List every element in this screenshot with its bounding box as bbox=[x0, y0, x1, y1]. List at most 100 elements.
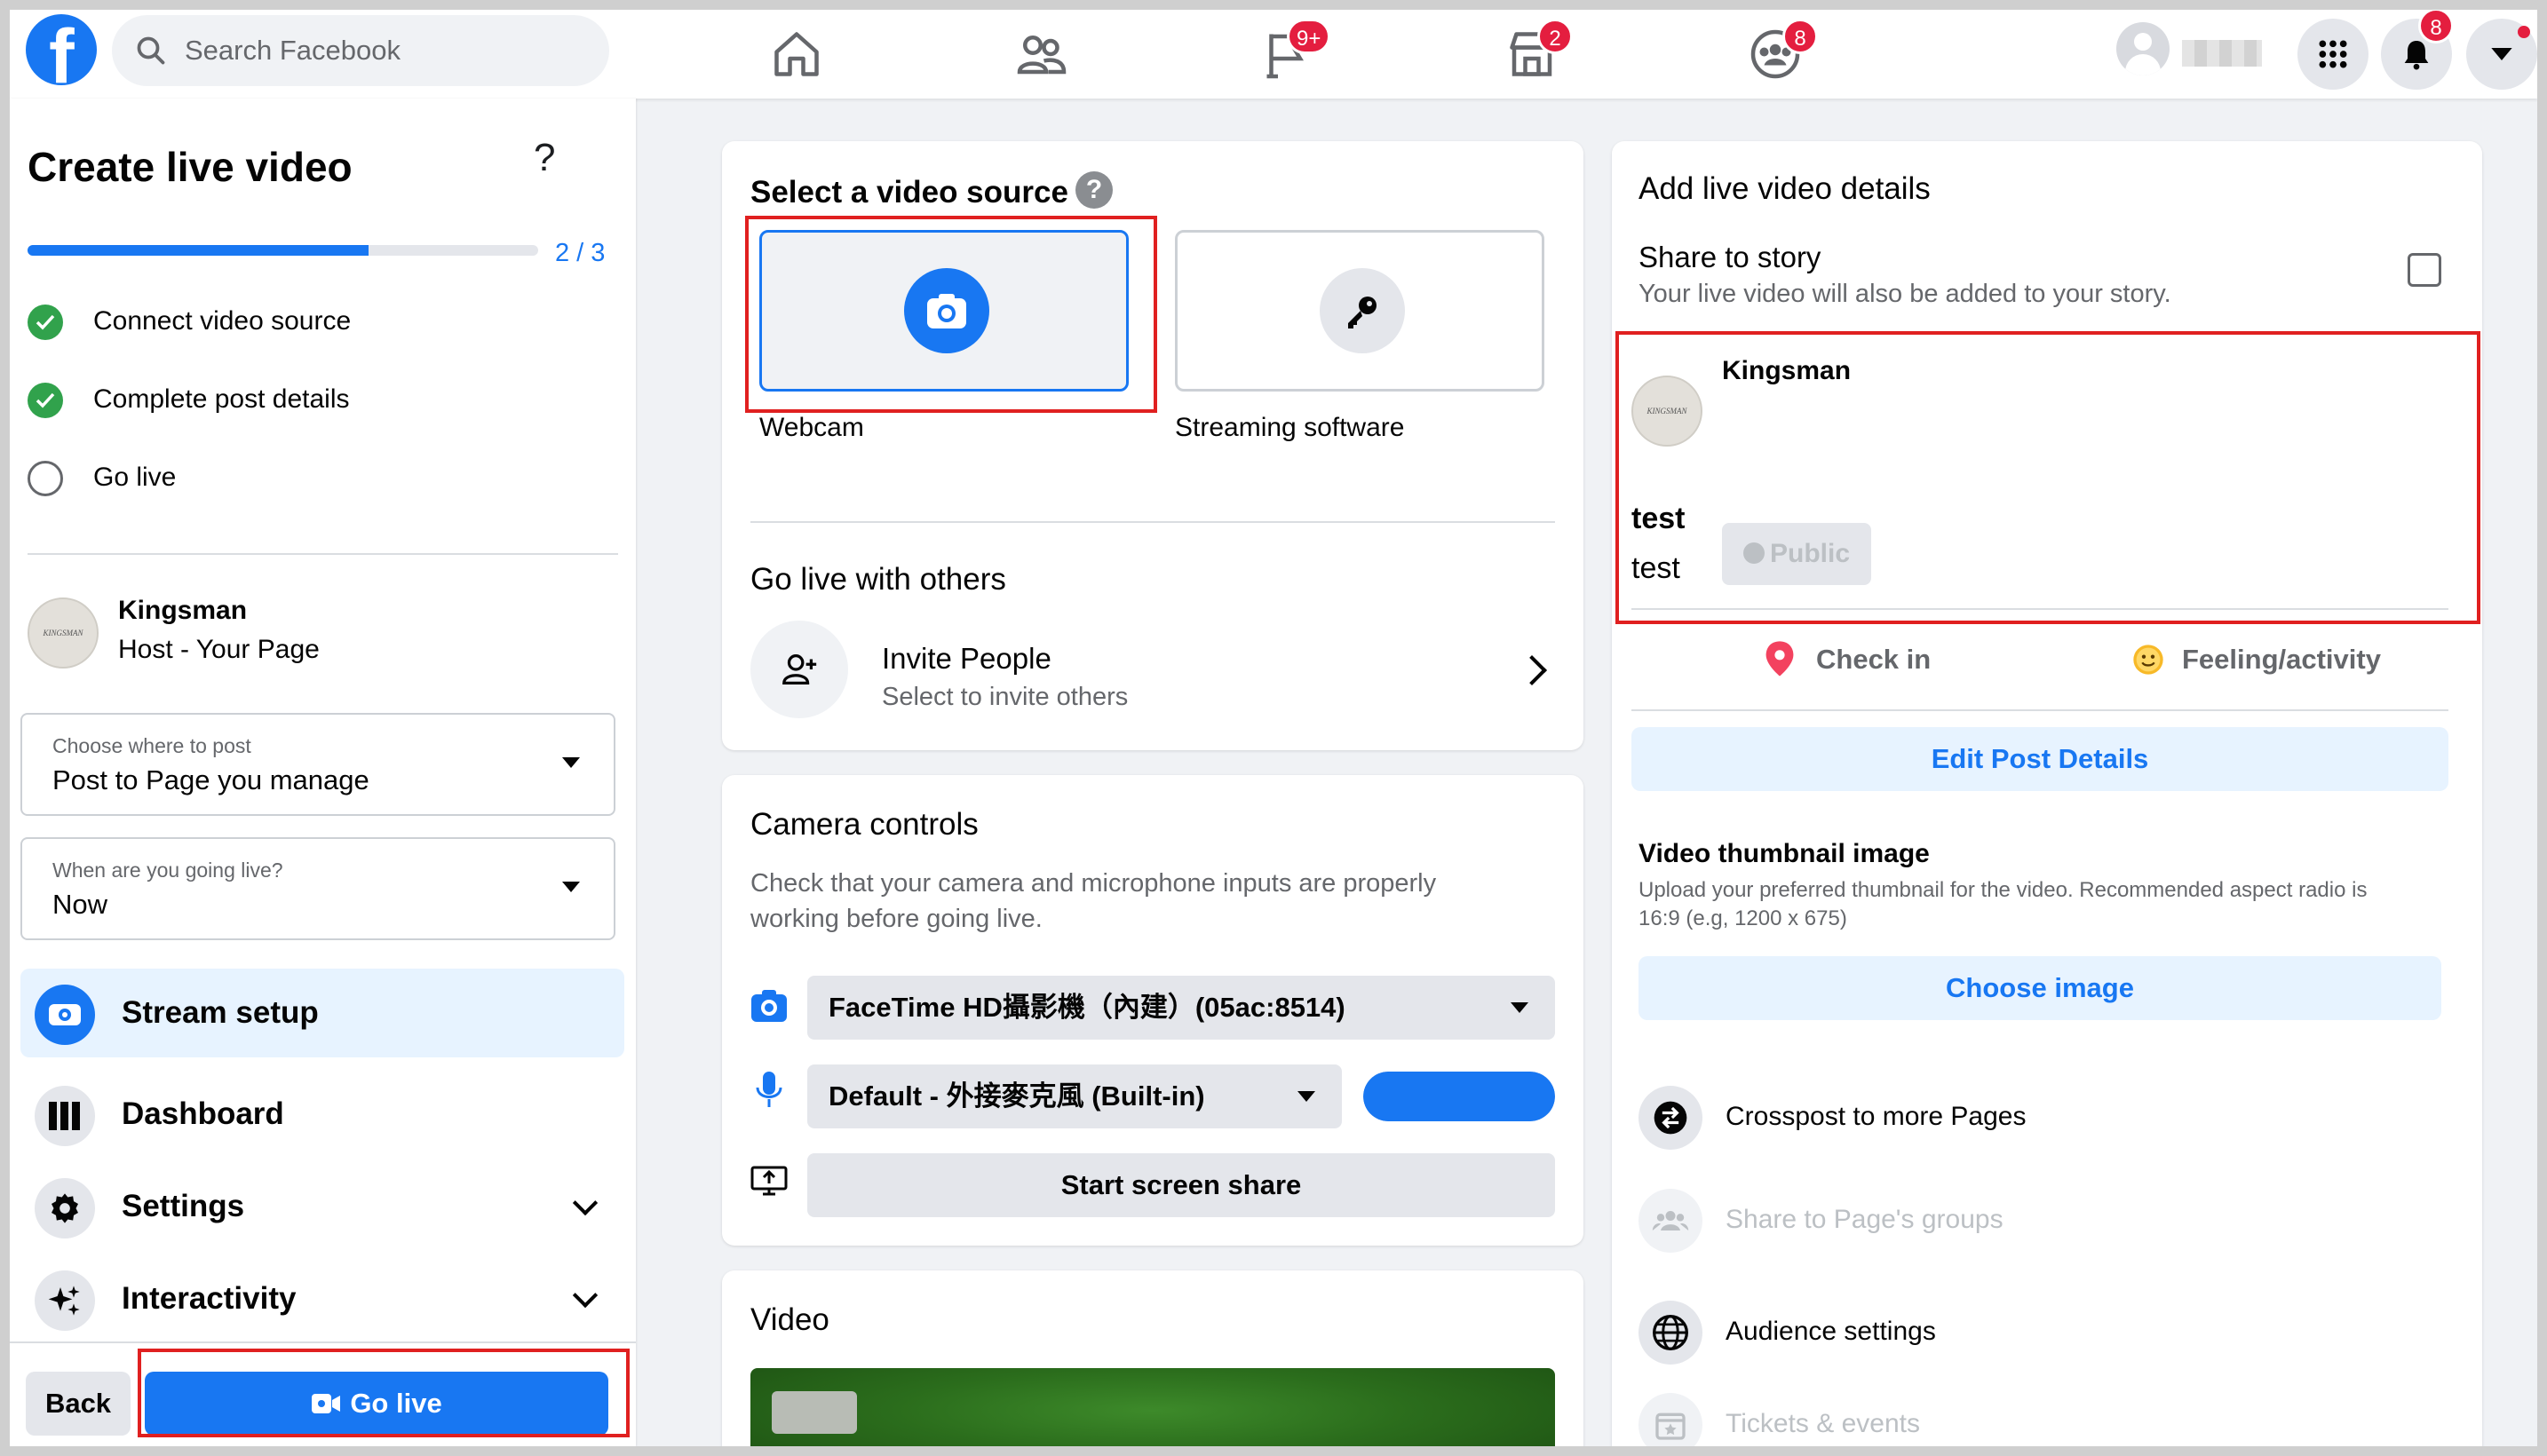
dropdown-caret-icon bbox=[1297, 1091, 1315, 1102]
edit-post-details-button[interactable]: Edit Post Details bbox=[1631, 727, 2448, 791]
invite-title: Invite People bbox=[882, 642, 1051, 675]
key-icon bbox=[1320, 268, 1405, 353]
microphone-device-select[interactable]: Default - 外接麥克風 (Built-in) bbox=[807, 1064, 1342, 1128]
check-circle-icon bbox=[28, 383, 63, 418]
streaming-software-option[interactable] bbox=[1175, 230, 1544, 392]
divider bbox=[1631, 608, 2448, 610]
thumbnail-description: Upload your preferred thumbnail for the … bbox=[1638, 878, 2368, 930]
progress-fill bbox=[28, 245, 369, 256]
location-pin-icon bbox=[1765, 641, 1794, 677]
go-live-time-select[interactable]: When are you going live? Now bbox=[20, 837, 615, 940]
profile-name-redacted bbox=[2182, 40, 2262, 67]
left-footer: Back Go live bbox=[10, 1341, 636, 1446]
screen-share-icon bbox=[750, 1166, 788, 1196]
account-menu-button[interactable] bbox=[2466, 19, 2537, 90]
bars-icon bbox=[35, 1086, 95, 1146]
camera-controls-description: Check that your camera and microphone in… bbox=[750, 869, 1437, 933]
camera-icon bbox=[35, 985, 95, 1045]
webcam-option[interactable] bbox=[759, 230, 1129, 392]
groups-icon bbox=[1638, 1189, 1702, 1253]
video-preview-card: Video bbox=[722, 1270, 1583, 1446]
chevron-right-icon bbox=[1517, 655, 1547, 685]
chevron-down-icon bbox=[572, 1190, 599, 1216]
page-avatar: KINGSMAN bbox=[1631, 376, 1702, 447]
webcam-label: Webcam bbox=[759, 413, 864, 442]
friends-icon[interactable] bbox=[1015, 28, 1068, 81]
app-window: f Search Facebook 9+ 2 8 8 Create live v… bbox=[10, 10, 2537, 1446]
share-to-story-checkbox[interactable] bbox=[2408, 253, 2441, 287]
help-circle-icon[interactable]: ? bbox=[1075, 171, 1113, 209]
video-source-title: Select a video source bbox=[750, 175, 1068, 210]
help-icon[interactable]: ? bbox=[534, 136, 555, 180]
globe-icon bbox=[1742, 542, 1765, 565]
camera-icon bbox=[904, 268, 989, 353]
video-title: Video bbox=[750, 1302, 829, 1337]
post-title-input[interactable]: test bbox=[1631, 502, 1685, 536]
menu-grid-button[interactable] bbox=[2297, 19, 2368, 90]
video-overlay-placeholder bbox=[772, 1391, 857, 1434]
divider bbox=[1631, 709, 2448, 711]
choose-image-button[interactable]: Choose image bbox=[1638, 956, 2441, 1020]
facebook-logo[interactable]: f bbox=[26, 14, 97, 97]
search-icon bbox=[137, 36, 165, 65]
grid-icon bbox=[2319, 40, 2347, 68]
home-icon[interactable] bbox=[770, 28, 823, 81]
chevron-down-icon bbox=[572, 1282, 599, 1309]
invite-subtitle: Select to invite others bbox=[882, 683, 1129, 711]
smiley-icon bbox=[2133, 645, 2163, 675]
menu-stream-setup[interactable]: Stream setup bbox=[20, 969, 624, 1057]
divider bbox=[750, 521, 1555, 523]
video-preview bbox=[750, 1368, 1555, 1446]
menu-settings[interactable]: Settings bbox=[20, 1162, 624, 1251]
host-role: Host - Your Page bbox=[118, 635, 320, 664]
progress-bar bbox=[28, 245, 538, 256]
ticket-icon bbox=[1638, 1393, 1702, 1446]
menu-interactivity[interactable]: Interactivity bbox=[20, 1254, 624, 1343]
camera-controls-title: Camera controls bbox=[750, 807, 979, 842]
top-navigation-bar: f Search Facebook 9+ 2 8 8 bbox=[10, 10, 2537, 99]
microphone-level-meter bbox=[1363, 1072, 1555, 1121]
page-name: Kingsman bbox=[1722, 356, 1852, 385]
post-description-input[interactable]: test bbox=[1631, 551, 1680, 586]
go-live-button[interactable]: Go live bbox=[145, 1372, 608, 1436]
divider bbox=[28, 553, 618, 555]
microphone-level-fill bbox=[1363, 1072, 1555, 1121]
back-button[interactable]: Back bbox=[26, 1372, 131, 1436]
search-bar[interactable]: Search Facebook bbox=[112, 15, 609, 86]
live-camera-icon bbox=[312, 1393, 341, 1413]
streaming-software-label: Streaming software bbox=[1175, 413, 1405, 442]
pages-badge: 9+ bbox=[1287, 19, 1331, 54]
camera-controls-card: Camera controls Check that your camera a… bbox=[722, 775, 1583, 1246]
post-destination-select[interactable]: Choose where to post Post to Page you ma… bbox=[20, 713, 615, 816]
start-screen-share-button[interactable]: Start screen share bbox=[807, 1153, 1555, 1217]
go-live-with-others-title: Go live with others bbox=[750, 562, 1006, 597]
dropdown-caret-icon bbox=[1511, 1002, 1528, 1013]
sparkle-icon bbox=[35, 1270, 95, 1331]
marketplace-badge: 2 bbox=[1537, 19, 1573, 54]
dropdown-caret-icon bbox=[562, 757, 580, 768]
add-person-icon bbox=[750, 621, 848, 718]
progress-count: 2 / 3 bbox=[555, 239, 606, 267]
empty-circle-icon bbox=[28, 461, 63, 496]
groups-badge: 8 bbox=[1782, 19, 1818, 54]
profile-avatar[interactable] bbox=[2116, 22, 2170, 75]
gear-icon bbox=[35, 1178, 95, 1238]
live-details-card: Add live video details Share to story Yo… bbox=[1612, 141, 2482, 1446]
video-source-card: Select a video source ? Webcam Streaming… bbox=[722, 141, 1583, 750]
crosspost-icon bbox=[1638, 1086, 1702, 1150]
page-avatar: KINGSMAN bbox=[28, 597, 99, 669]
page-title: Create live video bbox=[28, 144, 353, 190]
camera-icon bbox=[751, 990, 787, 1022]
globe-icon bbox=[1638, 1301, 1702, 1365]
caret-down-icon bbox=[2491, 48, 2512, 60]
dropdown-caret-icon bbox=[562, 882, 580, 892]
share-to-story-description: Your live video will also be added to yo… bbox=[1638, 280, 2171, 308]
host-name: Kingsman bbox=[118, 596, 248, 625]
privacy-button[interactable]: Public bbox=[1722, 523, 1871, 585]
left-sidebar: Create live video ? 2 / 3 Connect video … bbox=[10, 99, 636, 1446]
thumbnail-title: Video thumbnail image bbox=[1638, 839, 1930, 868]
share-to-story-title: Share to story bbox=[1638, 241, 1821, 273]
menu-dashboard[interactable]: Dashboard bbox=[20, 1070, 624, 1159]
camera-device-select[interactable]: FaceTime HD攝影機（內建）(05ac:8514) bbox=[807, 976, 1555, 1040]
search-placeholder: Search Facebook bbox=[185, 35, 401, 66]
